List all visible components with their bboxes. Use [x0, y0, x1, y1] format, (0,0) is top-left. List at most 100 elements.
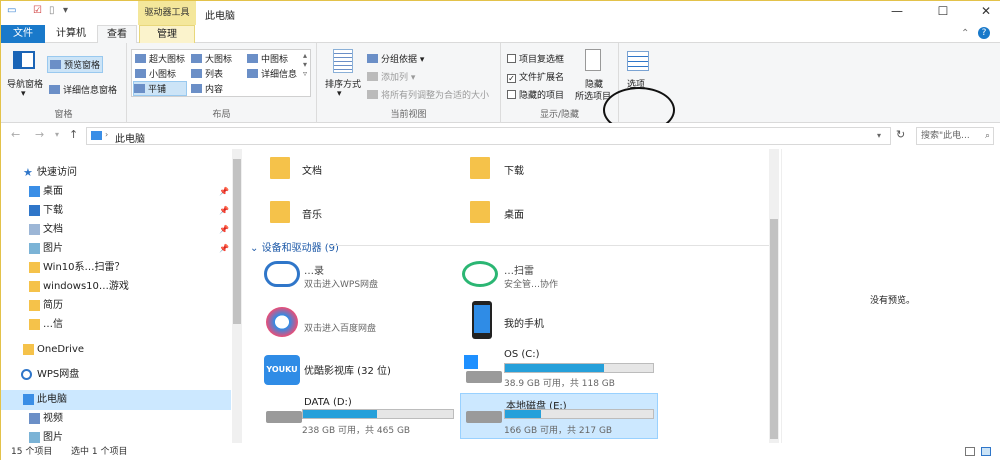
properties-icon[interactable]: ☑ [33, 5, 42, 16]
nav-folder-3[interactable]: 简历 [1, 296, 231, 316]
folder-music[interactable]: 音乐 [302, 206, 322, 221]
close-button[interactable]: ✕ [976, 4, 996, 22]
pin-icon: 📌 [219, 244, 229, 253]
tab-file[interactable]: 文件 [1, 25, 45, 43]
details-view-icon[interactable] [965, 447, 975, 456]
device-baidu[interactable]: 双击进入百度网盘 [304, 321, 376, 334]
search-input[interactable]: 搜索"此电... ⌕ [916, 127, 994, 145]
pin-icon: 📌 [219, 225, 229, 234]
large-icons-view-icon[interactable] [981, 447, 991, 456]
nav-folder-2[interactable]: windows10…游戏 [1, 277, 231, 297]
tab-view[interactable]: 查看 [97, 25, 137, 44]
preview-pane-button[interactable]: 预览窗格 [47, 56, 104, 73]
folder-icon [29, 262, 40, 273]
phone-icon [472, 301, 492, 339]
address-row: ← → ▾ ↑ › 此电脑 ▾ ↻ 搜索"此电... ⌕ [1, 123, 1000, 149]
selection-count: 选中 1 个项目 [71, 447, 128, 457]
details-pane-icon [49, 85, 60, 94]
nav-onedrive[interactable]: OneDrive [1, 340, 231, 360]
window: ▭ ☑ ▯ ▾ 驱动器工具 此电脑 — ☐ ✕ 文件 计算机 查看 管理 ⌃ ?… [0, 0, 1000, 461]
item-checkboxes-toggle[interactable]: 项目复选框 [507, 52, 564, 65]
layout-large-icons[interactable]: 大图标 [191, 52, 232, 65]
title-bar: ▭ ☑ ▯ ▾ 驱动器工具 此电脑 — ☐ ✕ [1, 1, 1000, 25]
options-icon[interactable] [627, 51, 649, 71]
layout-details[interactable]: 详细信息 [247, 67, 297, 80]
details-pane-button[interactable]: 详细信息窗格 [49, 83, 117, 96]
drive-d-name[interactable]: DATA (D:) [304, 397, 352, 408]
address-bar[interactable]: › 此电脑 ▾ [86, 127, 891, 145]
ribbon: 导航窗格 ▾ 预览窗格 详细信息窗格 窗格 超大图标 大图标 中图标 小图标 列… [1, 43, 1000, 133]
layout-scroll-icon[interactable]: ▴ ▾ ▿ [303, 51, 307, 78]
device-wps[interactable]: 双击进入WPS网盘 [304, 277, 378, 290]
layout-extra-large-icons[interactable]: 超大图标 [135, 52, 185, 65]
forward-icon[interactable]: → [35, 128, 44, 141]
drive-c-name[interactable]: OS (C:) [504, 349, 540, 360]
folder-downloads[interactable]: 下载 [504, 162, 524, 177]
no-preview-text: 没有预览。 [870, 296, 916, 306]
up-icon[interactable]: ↑ [69, 128, 78, 141]
content-pane: 文档 下载 音乐 桌面 ⌄ 设备和驱动器 (9) …录 双击进入WPS网盘 …扫… [244, 149, 781, 443]
nav-pane-icon[interactable] [13, 51, 35, 69]
layout-content[interactable]: 内容 [191, 82, 223, 95]
folder-desktop[interactable]: 桌面 [504, 206, 524, 221]
nav-folder-1[interactable]: Win10系…扫雷？ [1, 258, 231, 278]
layout-list[interactable]: 列表 [191, 67, 223, 80]
fit-columns-button[interactable]: 将所有列调整为合适的大小 [367, 88, 489, 101]
nav-folder-4[interactable]: …信 [1, 315, 231, 335]
group-pane: 导航窗格 ▾ 预览窗格 详细信息窗格 窗格 [1, 43, 127, 123]
nav-wps-drive[interactable]: WPS网盘 [1, 365, 231, 385]
drive-e-fill [505, 410, 541, 418]
onedrive-icon [23, 344, 34, 355]
device-phone[interactable]: 我的手机 [504, 315, 544, 330]
nav-desktop[interactable]: 桌面 📌 [1, 182, 231, 202]
hidden-items-toggle[interactable]: 隐藏的项目 [507, 88, 564, 101]
recent-dropdown-icon[interactable]: ▾ [55, 130, 59, 139]
videos-icon [29, 413, 40, 424]
nav-downloads[interactable]: 下载 📌 [1, 201, 231, 221]
cloud-icon [21, 369, 32, 380]
group-by-button[interactable]: 分组依据 ▾ [367, 52, 424, 65]
content-scrollbar[interactable] [769, 149, 779, 443]
nav-pictures[interactable]: 图片 📌 [1, 239, 231, 259]
nav-videos[interactable]: 视频 [1, 409, 231, 429]
group-layout: 超大图标 大图标 中图标 小图标 列表 详细信息 平铺 内容 ▴ ▾ ▿ 布局 [127, 43, 317, 123]
layout-small-icons[interactable]: 小图标 [135, 67, 176, 80]
add-column-button[interactable]: 添加列 ▾ [367, 70, 415, 83]
sort-by-button[interactable]: 排序方式 [325, 77, 361, 90]
file-extensions-toggle[interactable]: ✓ 文件扩展名 [507, 70, 564, 83]
nav-pictures-pc[interactable]: 图片 [1, 428, 231, 443]
new-folder-icon[interactable]: ▯ [49, 5, 55, 16]
context-tab-drive-tools: 驱动器工具 [138, 1, 196, 25]
nav-documents[interactable]: 文档 📌 [1, 220, 231, 240]
layout-tiles[interactable]: 平铺 [133, 81, 187, 96]
preview-pane-icon [50, 60, 61, 69]
navigation-pane: ★ 快速访问 桌面 📌 下载 📌 文档 📌 图片 📌 Win10系…扫雷？ windows… [1, 149, 244, 443]
folder-icon [270, 201, 290, 223]
maximize-button[interactable]: ☐ [933, 4, 953, 22]
pictures-icon [29, 243, 40, 254]
address-dropdown-icon[interactable]: ▾ [877, 131, 881, 140]
group-label-current-view: 当前视图 [390, 110, 427, 120]
search-icon: ⌕ [984, 131, 990, 141]
layout-medium-icons[interactable]: 中图标 [247, 52, 288, 65]
refresh-icon[interactable]: ↻ [896, 128, 905, 141]
tab-manage[interactable]: 管理 [139, 25, 195, 43]
device-sync[interactable]: 安全管…协作 [504, 277, 558, 290]
this-pc-icon [91, 131, 102, 140]
drive-c-usage [504, 363, 654, 373]
explorer-icon[interactable]: ▭ [7, 5, 16, 16]
help-icon[interactable]: ? [978, 27, 990, 39]
nav-quick-access[interactable]: ★ 快速访问 [1, 163, 231, 183]
customize-quick-access-icon[interactable]: ▾ [63, 5, 68, 16]
chevron-up-icon[interactable]: ⌃ [961, 28, 969, 39]
device-youku[interactable]: 优酷影视库 (32 位) [304, 362, 391, 377]
nav-this-pc[interactable]: 此电脑 [1, 390, 231, 410]
window-title: 此电脑 [205, 11, 235, 22]
minimize-button[interactable]: — [887, 4, 907, 22]
windows-logo-icon [464, 355, 478, 369]
nav-scrollbar[interactable] [232, 149, 242, 443]
folder-documents[interactable]: 文档 [302, 162, 322, 177]
back-icon[interactable]: ← [11, 128, 20, 141]
tab-computer[interactable]: 计算机 [51, 25, 91, 43]
section-devices[interactable]: ⌄ 设备和驱动器 (9) [250, 239, 339, 254]
